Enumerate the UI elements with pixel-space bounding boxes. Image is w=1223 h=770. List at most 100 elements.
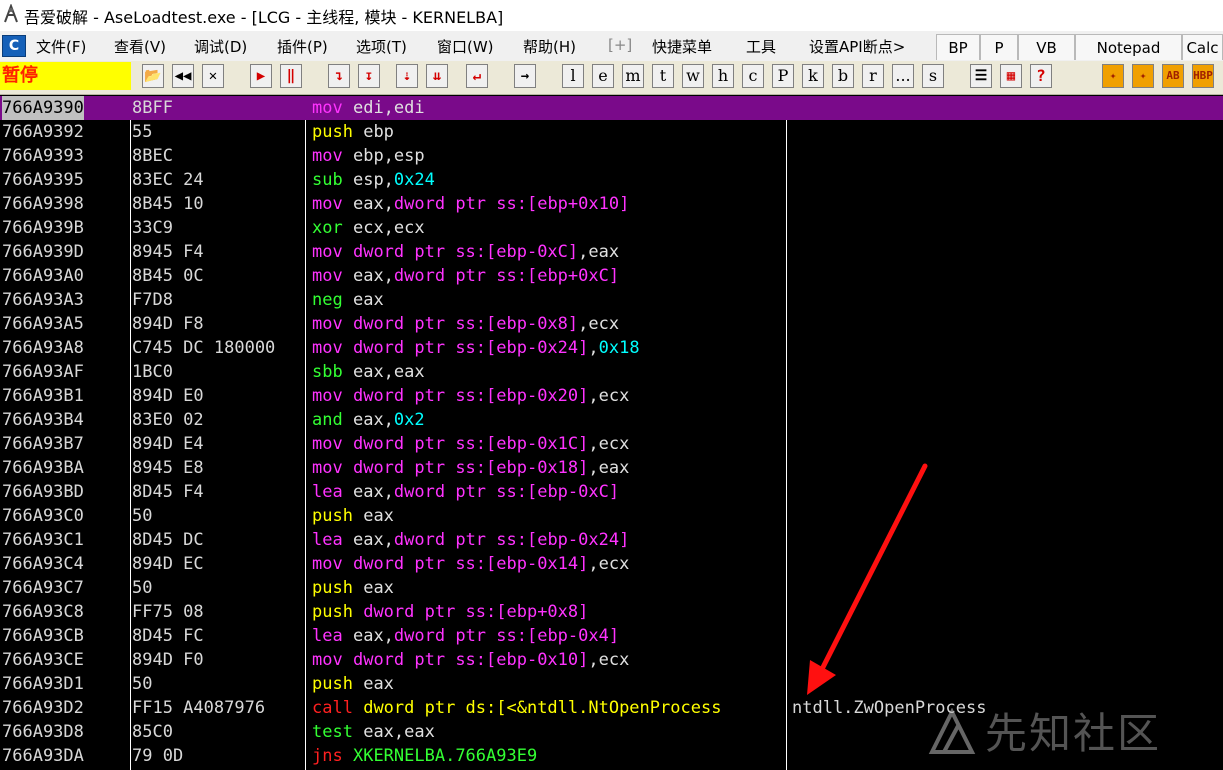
mnemonic: mov bbox=[312, 242, 343, 262]
operand: eax, bbox=[352, 194, 394, 214]
menu-item[interactable]: 查看(V) bbox=[114, 36, 166, 57]
menu-item[interactable]: 窗口(W) bbox=[437, 36, 494, 57]
disasm-row[interactable]: 766A939B 33C9 xor ecx,ecx bbox=[0, 216, 1223, 240]
grid-icon[interactable]: ▦ bbox=[1000, 64, 1022, 88]
help-icon[interactable]: ? bbox=[1030, 64, 1052, 88]
menu-item[interactable]: 选项(T) bbox=[356, 36, 407, 57]
window-s-button[interactable]: s bbox=[922, 64, 944, 88]
instruction-cell: push eax bbox=[312, 672, 394, 696]
plugin-button[interactable]: VB bbox=[1018, 34, 1075, 60]
disasm-row[interactable]: 766A93AF 1BC0 sbb eax,eax bbox=[0, 360, 1223, 384]
disasm-row[interactable]: 766A93CE 894D F0 mov dword ptr ss:[ebp-0x1… bbox=[0, 648, 1223, 672]
jump-target: XKERNELBA.766A93E9 bbox=[352, 746, 538, 766]
mnemonic: mov bbox=[312, 194, 343, 214]
window-r-button[interactable]: r bbox=[862, 64, 884, 88]
address-cell: 766A939B bbox=[2, 218, 84, 238]
restart-icon[interactable]: ◀◀ bbox=[172, 64, 194, 88]
watermark-logo-icon bbox=[928, 708, 976, 754]
disasm-row[interactable]: 766A93C4 894D EC mov dword ptr ss:[ebp-0x1… bbox=[0, 552, 1223, 576]
disasm-row[interactable]: 766A93C7 50 push eax bbox=[0, 576, 1223, 600]
plugin-button[interactable]: BP bbox=[936, 34, 980, 60]
disasm-row[interactable]: 766A93A3 F7D8 neg eax bbox=[0, 288, 1223, 312]
disasm-row[interactable]: 766A9395 83EC 24 sub esp,0x24 bbox=[0, 168, 1223, 192]
open-icon[interactable]: 📂 bbox=[142, 64, 164, 88]
window-l-button[interactable]: l bbox=[562, 64, 584, 88]
window-t-button[interactable]: t bbox=[652, 64, 674, 88]
disasm-row[interactable]: 766A93BA 8945 E8 mov dword ptr ss:[ebp-0x1… bbox=[0, 456, 1223, 480]
instruction-cell: mov dword ptr ss:[ebp-0x1C],ecx bbox=[312, 432, 629, 456]
menu-item[interactable]: 工具 bbox=[746, 36, 776, 57]
operand: ,ecx bbox=[588, 650, 630, 670]
window-e-button[interactable]: e bbox=[592, 64, 614, 88]
disasm-row[interactable]: 766A93C1 8D45 DC lea eax,dword ptr ss:[ebp… bbox=[0, 528, 1223, 552]
menu-item[interactable]: 设置API断点> bbox=[809, 36, 905, 57]
hex-cell: 894D E4 bbox=[132, 434, 204, 454]
plugin-a-icon[interactable]: ✦ bbox=[1102, 64, 1124, 88]
menu-item[interactable]: 文件(F) bbox=[36, 36, 86, 57]
window-m-button[interactable]: m bbox=[622, 64, 644, 88]
app-logo-icon[interactable]: C bbox=[2, 35, 26, 57]
window-b-button[interactable]: b bbox=[832, 64, 854, 88]
trace-into-icon[interactable]: ⇣ bbox=[396, 64, 418, 88]
pause-icon[interactable]: ‖ bbox=[280, 64, 302, 88]
operand: ecx,ecx bbox=[352, 218, 425, 238]
mnemonic: mov bbox=[312, 650, 343, 670]
execute-till-return-icon[interactable]: ↵ bbox=[466, 64, 488, 88]
memory-operand: dword ptr ss:[ebp-0xC] bbox=[393, 482, 620, 502]
menu-item[interactable]: [+] bbox=[608, 36, 632, 54]
plugin-button[interactable]: Notepad bbox=[1075, 34, 1182, 60]
run-icon[interactable]: ▶ bbox=[250, 64, 272, 88]
disasm-row[interactable]: 766A93CB 8D45 FC lea eax,dword ptr ss:[ebp… bbox=[0, 624, 1223, 648]
disasm-row[interactable]: 766A93B7 894D E4 mov dword ptr ss:[ebp-0x1… bbox=[0, 432, 1223, 456]
disasm-row[interactable]: 766A93D1 50 push eax bbox=[0, 672, 1223, 696]
operand: eax bbox=[363, 506, 394, 526]
disasm-row[interactable]: 766A93C8 FF75 08 push dword ptr ss:[ebp+0x… bbox=[0, 600, 1223, 624]
hbp-button[interactable]: HBP bbox=[1192, 64, 1214, 88]
window-h-button[interactable]: h bbox=[712, 64, 734, 88]
goto-icon[interactable]: → bbox=[514, 64, 536, 88]
disasm-row[interactable]: 766A93A5 894D F8 mov dword ptr ss:[ebp-0x8… bbox=[0, 312, 1223, 336]
instruction-cell: lea eax,dword ptr ss:[ebp-0x4] bbox=[312, 624, 619, 648]
trace-over-icon[interactable]: ⇊ bbox=[426, 64, 448, 88]
plugin-button[interactable]: Calc bbox=[1182, 34, 1223, 60]
disassembly-pane[interactable]: 766A9390 8BFF mov edi,edi 766A9392 55 push eb… bbox=[0, 96, 1223, 770]
plugin-button[interactable]: P bbox=[980, 34, 1018, 60]
close-icon[interactable]: ✕ bbox=[202, 64, 224, 88]
call-target: dword ptr ds:[<&ntdll.NtOpenProcess bbox=[363, 698, 722, 718]
step-into-icon[interactable]: ↴ bbox=[328, 64, 350, 88]
memory-operand: dword ptr ss:[ebp-0x24] bbox=[393, 530, 630, 550]
window-c-button[interactable]: c bbox=[742, 64, 764, 88]
plugin-b-icon[interactable]: ✦ bbox=[1132, 64, 1154, 88]
disasm-row[interactable]: 766A93A0 8B45 0C mov eax,dword ptr ss:[ebp… bbox=[0, 264, 1223, 288]
disasm-row[interactable]: 766A9398 8B45 10 mov eax,dword ptr ss:[ebp… bbox=[0, 192, 1223, 216]
disasm-row[interactable]: 766A93B4 83E0 02 and eax,0x2 bbox=[0, 408, 1223, 432]
mnemonic: xor bbox=[312, 218, 343, 238]
menu-item[interactable]: 调试(D) bbox=[194, 36, 247, 57]
disasm-row[interactable]: 766A93A8 C745 DC 180000 mov dword ptr ss:[… bbox=[0, 336, 1223, 360]
disasm-row[interactable]: 766A93B1 894D E0 mov dword ptr ss:[ebp-0x2… bbox=[0, 384, 1223, 408]
disasm-row[interactable]: 766A93BD 8D45 F4 lea eax,dword ptr ss:[ebp… bbox=[0, 480, 1223, 504]
list-icon[interactable]: ☰ bbox=[970, 64, 992, 88]
window-P-button[interactable]: P bbox=[772, 64, 794, 88]
menu-item[interactable]: 帮助(H) bbox=[523, 36, 576, 57]
operand: ,ecx bbox=[588, 554, 630, 574]
disasm-row[interactable]: 766A9390 8BFF mov edi,edi bbox=[0, 96, 1223, 120]
mnemonic: lea bbox=[312, 626, 343, 646]
address-cell: 766A93C7 bbox=[2, 578, 84, 598]
disasm-row[interactable]: 766A93C0 50 push eax bbox=[0, 504, 1223, 528]
disasm-row[interactable]: 766A939D 8945 F4 mov dword ptr ss:[ebp-0xC… bbox=[0, 240, 1223, 264]
window-more-button[interactable]: ... bbox=[892, 64, 914, 88]
address-cell: 766A93B7 bbox=[2, 434, 84, 454]
window-k-button[interactable]: k bbox=[802, 64, 824, 88]
menu-item[interactable]: 插件(P) bbox=[277, 36, 328, 57]
step-over-icon[interactable]: ↧ bbox=[358, 64, 380, 88]
hex-cell: 894D EC bbox=[132, 554, 204, 574]
address-cell: 766A93A3 bbox=[2, 290, 84, 310]
menu-item[interactable]: 快捷菜单 bbox=[652, 36, 712, 57]
disasm-row[interactable]: 766A9392 55 push ebp bbox=[0, 120, 1223, 144]
mnemonic: neg bbox=[312, 290, 343, 310]
status-indicator: 暂停 bbox=[0, 62, 131, 90]
plugin-c-icon[interactable]: AB bbox=[1162, 64, 1184, 88]
window-w-button[interactable]: w bbox=[682, 64, 704, 88]
disasm-row[interactable]: 766A9393 8BEC mov ebp,esp bbox=[0, 144, 1223, 168]
